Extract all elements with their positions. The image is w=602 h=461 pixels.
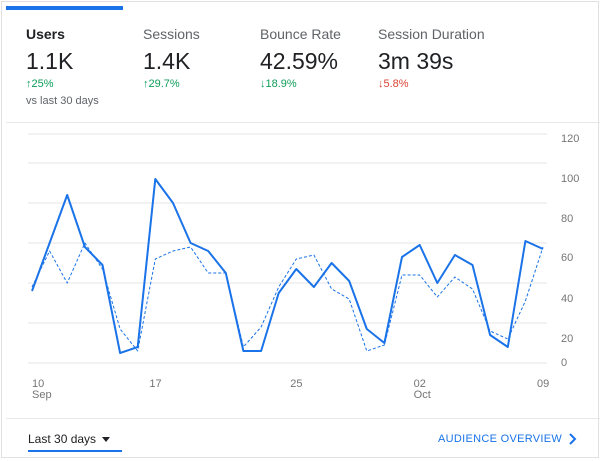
y-tick-label: 40	[561, 293, 573, 305]
x-tick-label: 09	[537, 378, 549, 390]
chevron-right-icon[interactable]	[567, 432, 579, 446]
metric-value: 42.59%	[260, 48, 339, 74]
caret-down-icon	[102, 437, 111, 443]
metric-comparison: vs last 30 days	[26, 95, 99, 107]
metric-change: ↑29.7%	[143, 78, 180, 90]
x-tick-month-label: Sep	[32, 389, 52, 401]
metric-bounce-rate[interactable]: Bounce Rate 42.59% ↓18.9%	[260, 26, 341, 90]
active-metric-indicator	[6, 6, 123, 10]
current-series-line	[31, 178, 544, 354]
metric-label: Sessions	[143, 26, 200, 42]
metric-session-duration[interactable]: Session Duration 3m 39s ↓5.8%	[378, 26, 485, 90]
y-tick-label: 120	[561, 133, 579, 145]
y-tick-label: 20	[561, 333, 573, 345]
metric-label: Session Duration	[378, 26, 485, 42]
metric-users[interactable]: Users 1.1K ↑25% vs last 30 days	[26, 26, 99, 107]
y-tick-label: 60	[561, 252, 573, 264]
users-line-chart: 02040608010012010Sep17 25 02Oct09	[28, 133, 579, 401]
metric-label: Bounce Rate	[260, 26, 341, 42]
header-divider	[6, 122, 600, 123]
audience-card: Users 1.1K ↑25% vs last 30 days Sessions…	[1, 1, 600, 458]
footer-divider	[6, 418, 600, 419]
date-range-dropdown[interactable]: Last 30 days	[28, 432, 122, 452]
x-tick-label: 25	[290, 378, 302, 390]
metric-value: 1.1K	[26, 48, 74, 74]
metric-sessions[interactable]: Sessions 1.4K ↑29.7%	[143, 26, 200, 90]
metric-value: 1.4K	[143, 48, 191, 74]
y-tick-label: 100	[561, 173, 579, 185]
y-tick-label: 0	[561, 357, 567, 369]
metric-label: Users	[26, 26, 65, 42]
metric-change: ↓18.9%	[260, 78, 297, 90]
metric-value: 3m 39s	[378, 48, 454, 74]
metric-change: ↓5.8%	[378, 78, 409, 90]
metric-change: ↑25%	[26, 78, 54, 90]
date-range-label: Last 30 days	[28, 432, 97, 446]
x-tick-month-label: Oct	[414, 389, 431, 401]
y-tick-label: 80	[561, 213, 573, 225]
audience-overview-link[interactable]: AUDIENCE OVERVIEW	[438, 433, 562, 445]
x-tick-label: 17	[149, 378, 161, 390]
